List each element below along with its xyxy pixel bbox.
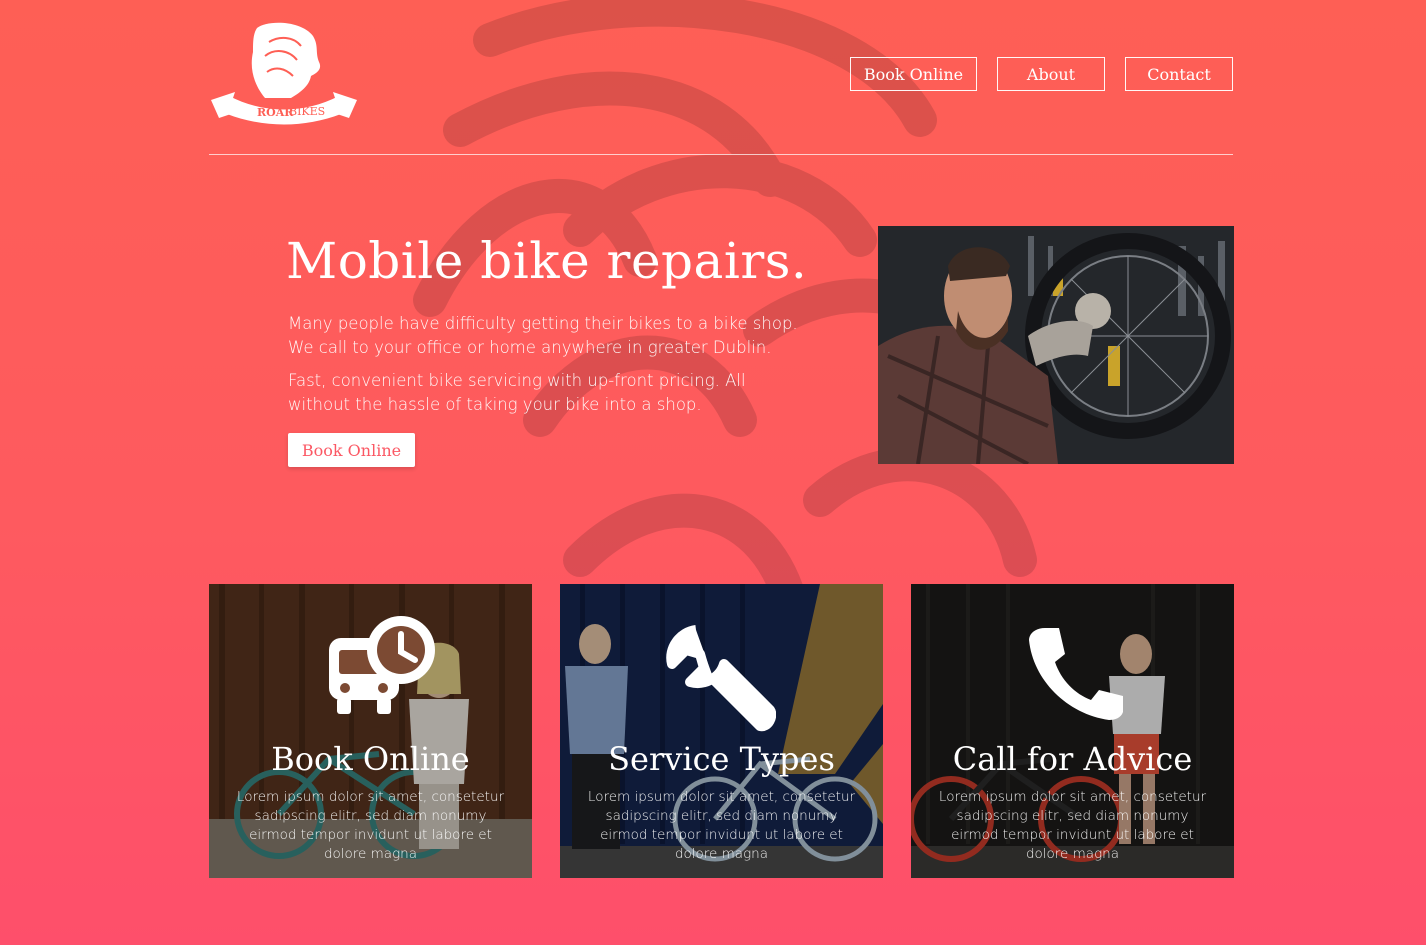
hero-paragraph-1: Many people have difficulty getting thei…: [288, 314, 798, 357]
mechanic-photo: [878, 226, 1234, 464]
logo-word-bikes: BIKES: [289, 105, 325, 118]
wrench-icon: [666, 625, 776, 732]
hero-paragraph-2: Fast, convenient bike servicing with up-…: [288, 371, 746, 414]
card-call-for-advice-title: Call for Advice: [952, 740, 1193, 778]
nav-book-online-button[interactable]: Book Online: [850, 57, 977, 91]
bus-clock-icon: [329, 616, 435, 714]
roar-bikes-logo[interactable]: ROAR BIKES: [209, 22, 359, 126]
card-book-online-text: Lorem ipsum dolor sit amet, consetetur s…: [236, 789, 505, 862]
card-call-for-advice-text: Lorem ipsum dolor sit amet, consetetur s…: [938, 789, 1207, 862]
phone-icon: [1029, 628, 1123, 720]
nav-contact-button[interactable]: Contact: [1125, 57, 1233, 91]
card-book-online-title: Book Online: [271, 740, 470, 778]
card-service-types-text: Lorem ipsum dolor sit amet, consetetur s…: [587, 789, 856, 862]
card-service-types-title: Service Types: [608, 740, 835, 778]
hero-book-online-button[interactable]: Book Online: [288, 433, 415, 467]
nav-about-button[interactable]: About: [997, 57, 1105, 91]
hero-title: Mobile bike repairs.: [286, 232, 808, 290]
header-divider: [209, 154, 1233, 155]
